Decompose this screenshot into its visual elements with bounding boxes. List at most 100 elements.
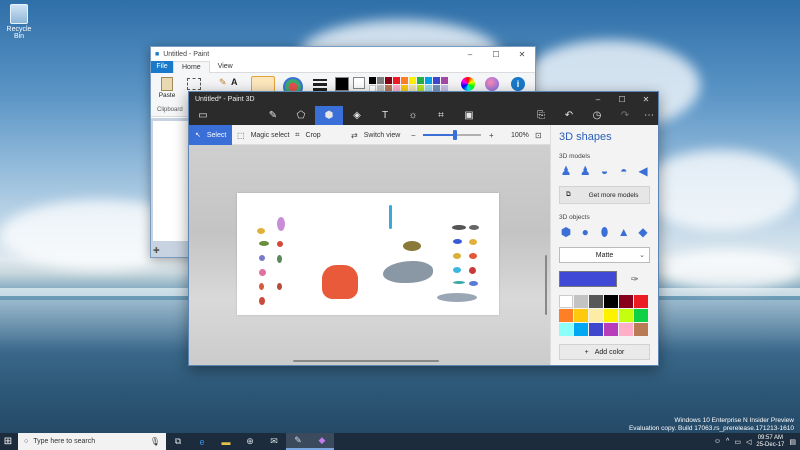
cube-icon[interactable]: ⬢ [559, 225, 573, 239]
coral-model[interactable] [277, 217, 285, 231]
minimize-button[interactable]: – [457, 50, 483, 59]
eyedropper-icon[interactable]: ✑ [631, 274, 639, 285]
color-swatch[interactable] [604, 323, 618, 336]
mail-icon[interactable]: ✉ [262, 433, 286, 450]
fish-model-icon[interactable]: ◀ [636, 164, 650, 178]
pufferfish-model[interactable] [453, 253, 461, 259]
plant-model[interactable] [277, 255, 282, 263]
zoom-slider-thumb[interactable] [452, 130, 457, 140]
zoom-in-button[interactable]: + [489, 125, 494, 145]
store-icon[interactable]: ⊕ [238, 433, 262, 450]
fish-model[interactable] [257, 228, 265, 234]
network-icon[interactable]: ▭ [734, 438, 741, 446]
color-swatch[interactable] [634, 323, 648, 336]
color-swatch[interactable] [589, 295, 603, 308]
history-icon[interactable]: ◷ [583, 106, 611, 125]
stickers-icon[interactable]: ◈ [343, 106, 371, 125]
doughnut-icon[interactable]: ◆ [636, 225, 650, 239]
paint3d-window[interactable]: Untitled* - Paint 3D – ☐ ✕ ▭ ✎ ⬠ ⬢ ◈ T ☼… [188, 91, 659, 366]
paint3d-taskbar-icon[interactable]: ◆ [310, 433, 334, 450]
paint-color-swatches[interactable] [369, 77, 448, 92]
urchin-model[interactable] [259, 269, 266, 276]
paint3d-workspace[interactable] [189, 145, 550, 365]
octopus-model[interactable] [322, 265, 358, 299]
notification-icon[interactable]: ▤ [789, 438, 796, 446]
clownfish-model[interactable] [469, 253, 477, 259]
tab-file[interactable]: File [151, 60, 173, 73]
help-icon[interactable]: i [511, 77, 525, 91]
color2-swatch[interactable] [353, 77, 365, 89]
3d-library-icon[interactable]: ▣ [455, 106, 483, 125]
select-button[interactable]: ↖ Select [189, 125, 232, 145]
capsule-icon[interactable]: ⬮ [598, 225, 612, 239]
close-button[interactable]: ✕ [634, 95, 658, 104]
maximize-button[interactable]: ☐ [483, 50, 509, 59]
tang-model[interactable] [453, 267, 461, 273]
brush-icon[interactable]: ✎ [259, 106, 287, 125]
color-swatch[interactable] [619, 323, 633, 336]
paint-canvas[interactable] [153, 121, 189, 241]
menu-icon[interactable]: ▭ [189, 106, 217, 125]
crab-model[interactable] [277, 241, 283, 247]
select-tool-icon[interactable] [187, 78, 201, 90]
search-box[interactable]: ○ Type here to search 🎙 [18, 433, 166, 450]
magic-select-button[interactable]: ⬚ Magic select [237, 125, 289, 145]
whale-model[interactable] [452, 225, 466, 230]
edge-icon[interactable]: e [190, 433, 214, 450]
cone-icon[interactable]: ▲ [617, 225, 631, 239]
seaweed-model[interactable] [259, 241, 269, 246]
minimize-button[interactable]: – [586, 95, 610, 104]
horizontal-scrollbar[interactable] [293, 360, 439, 362]
angelfish-model[interactable] [469, 281, 478, 286]
switch-view-button[interactable]: ⇄ Switch view [351, 125, 400, 145]
material-dropdown[interactable]: Matte ⌄ [559, 247, 650, 263]
shark-model[interactable] [383, 261, 433, 283]
man-model-icon[interactable]: ♟ [559, 164, 573, 178]
color-swatch[interactable] [574, 295, 588, 308]
start-button[interactable]: ⊞ [0, 433, 16, 450]
shell-model[interactable] [259, 255, 265, 261]
color-swatch[interactable] [589, 323, 603, 336]
3d-shapes-icon[interactable]: ⬢ [315, 106, 343, 125]
crop-button[interactable]: ⌗ Crop [295, 125, 321, 145]
people-icon[interactable]: ☺ [714, 438, 721, 445]
task-view-icon[interactable]: ⧉ [166, 433, 190, 450]
paste-button[interactable]: Paste [157, 77, 177, 103]
starfish-model[interactable] [259, 297, 265, 305]
fit-view-button[interactable]: ⊡ [535, 125, 542, 145]
lobster-model[interactable] [259, 283, 264, 290]
cat-model-icon[interactable]: ◓ [617, 164, 631, 178]
woman-model-icon[interactable]: ♟ [578, 164, 592, 178]
color-swatch[interactable] [574, 309, 588, 322]
color1-swatch[interactable] [335, 77, 349, 91]
clock[interactable]: 09:57 AM 25-Dec-17 [756, 435, 784, 449]
get-more-models-button[interactable]: ⧉ Get more models [559, 186, 650, 204]
close-button[interactable]: ✕ [509, 50, 535, 59]
maximize-button[interactable]: ☐ [610, 95, 634, 104]
zoom-out-button[interactable]: − [411, 125, 416, 145]
bubbles-model[interactable] [389, 205, 392, 229]
yellow-fish-model[interactable] [469, 239, 477, 245]
sphere-icon[interactable]: ● [578, 225, 592, 239]
volume-icon[interactable]: ◁ [746, 438, 751, 446]
chevron-up-icon[interactable]: ^ [726, 438, 729, 445]
color-swatch[interactable] [619, 295, 633, 308]
color-swatch[interactable] [619, 309, 633, 322]
recycle-bin-shortcut[interactable]: Recycle Bin [4, 4, 34, 40]
edit-colors-icon[interactable] [461, 77, 475, 91]
color-swatch[interactable] [574, 323, 588, 336]
current-color-swatch[interactable] [559, 271, 617, 287]
color-swatch[interactable] [559, 309, 573, 322]
zoom-slider[interactable] [423, 130, 481, 140]
undo-icon[interactable]: ↶ [555, 106, 583, 125]
ray-model[interactable] [469, 225, 479, 230]
shrimp-model[interactable] [277, 283, 282, 290]
microphone-icon[interactable]: 🎙 [150, 437, 160, 446]
paint3d-canvas[interactable] [237, 193, 499, 315]
paste-icon[interactable]: ⎘ [527, 106, 555, 125]
canvas-icon[interactable]: ⌗ [427, 106, 455, 125]
paint-taskbar-icon[interactable]: ✎ [286, 433, 310, 450]
color-swatch[interactable] [604, 295, 618, 308]
color-swatch[interactable] [604, 309, 618, 322]
edit-with-paint3d-icon[interactable] [485, 77, 499, 91]
